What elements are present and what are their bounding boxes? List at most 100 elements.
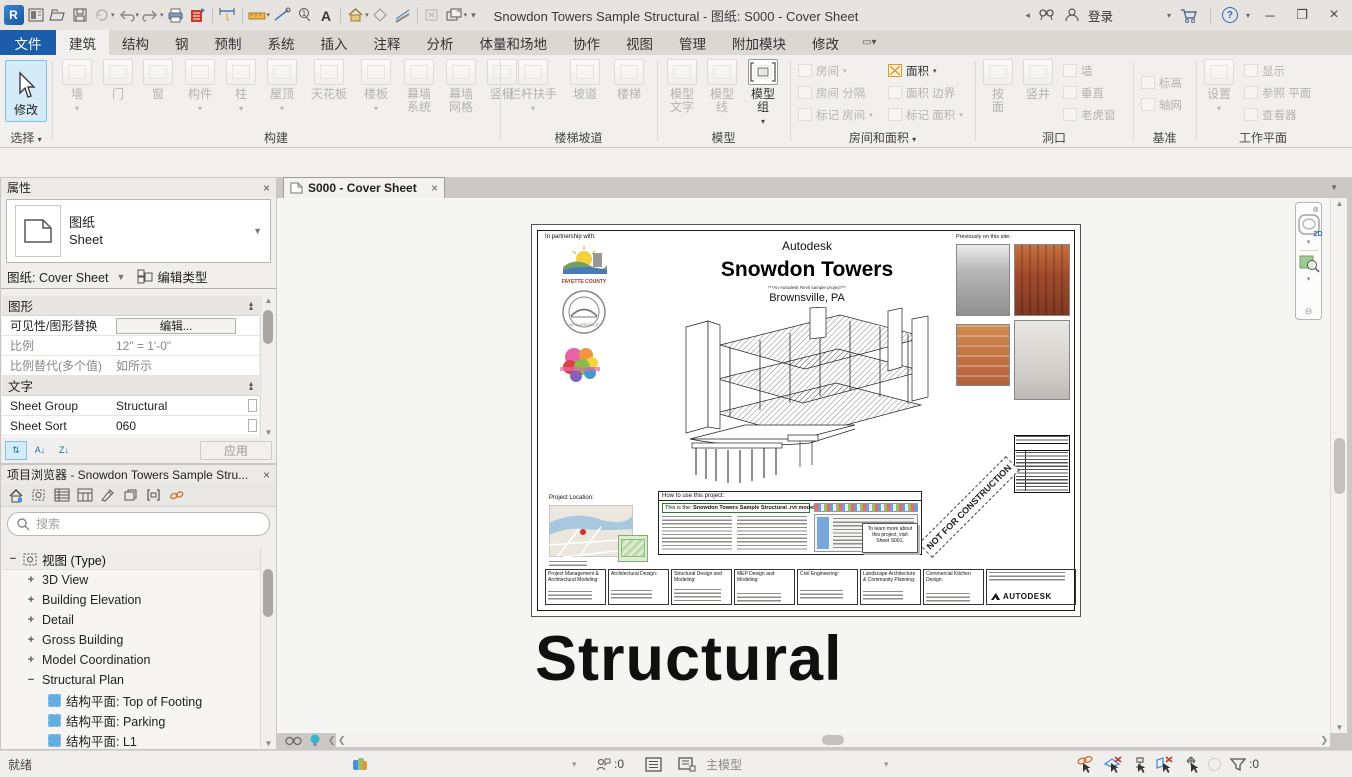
view-tab-cover-sheet[interactable]: S000 - Cover Sheet × [283, 177, 445, 198]
help-icon[interactable]: ? [1222, 7, 1238, 23]
collapse-search-icon[interactable]: ◂ [1025, 10, 1030, 21]
worksharing-display-icon[interactable] [285, 735, 302, 746]
sort-az-button[interactable]: A↓ [29, 441, 51, 460]
tab-insert[interactable]: 插入 [308, 30, 361, 55]
steering-wheel-icon[interactable]: 2D [1297, 214, 1321, 236]
select-panel-label[interactable]: 选择 ▾ [0, 129, 52, 146]
tree-item-structural-plan[interactable]: −Structural Plan [2, 670, 260, 690]
build-panel-label[interactable]: 构建 [52, 129, 500, 146]
browser-close-icon[interactable]: × [263, 468, 270, 482]
associate-param-box[interactable] [248, 399, 257, 412]
canvas[interactable]: In partnership with: FAYETTE COUNTY BROW… [277, 198, 1330, 733]
tag-icon[interactable]: 1 [293, 4, 314, 26]
instance-select[interactable]: 图纸: Cover Sheet [7, 267, 108, 286]
zoom-dropdown[interactable]: ▾ [1307, 275, 1311, 283]
property-row[interactable]: Sheet Group Structural [2, 396, 259, 416]
close-button[interactable]: × [1322, 6, 1346, 24]
spot-slope-icon[interactable] [271, 4, 292, 26]
thin-lines-icon[interactable] [392, 4, 413, 26]
redo-dropdown[interactable]: ▾ [160, 11, 164, 19]
search-input[interactable] [36, 517, 261, 531]
ribbon-display-toggle[interactable]: ▭▾ [852, 30, 886, 55]
scroll-up-icon[interactable]: ▲ [1331, 199, 1348, 208]
scroll-left-icon[interactable]: ❮ [338, 735, 346, 746]
model-group-button[interactable]: 模型组▾ [745, 59, 781, 128]
property-row[interactable]: Sheet Sort 060 [2, 416, 259, 436]
modify-button[interactable]: 修改 [5, 60, 47, 122]
expand-icon[interactable]: + [26, 574, 36, 586]
edit-type-button[interactable]: 编辑类型 [137, 267, 207, 286]
scroll-up-icon[interactable]: ▲ [261, 296, 276, 305]
help-dropdown[interactable]: ▾ [1246, 11, 1250, 20]
tab-addins[interactable]: 附加模块 [719, 30, 799, 55]
scroll-right-icon[interactable]: ❯ [1320, 735, 1328, 746]
wheel-dropdown[interactable]: ▾ [1307, 238, 1311, 246]
type-selector-dropdown[interactable]: ▼ [253, 226, 262, 236]
section-graphics[interactable]: 图形 [8, 296, 33, 315]
switch-windows-icon[interactable] [444, 4, 465, 26]
tab-architecture[interactable]: 建筑 [56, 30, 109, 55]
open-icon[interactable] [47, 4, 68, 26]
store-cart-icon[interactable] [1179, 7, 1199, 24]
search-icon[interactable] [1038, 7, 1056, 23]
tree-item-parking[interactable]: 结构平面: Parking [2, 710, 260, 730]
measure-icon[interactable] [247, 4, 268, 26]
visibility-edit-button[interactable]: 编辑... [116, 318, 236, 334]
vertical-scrollbar[interactable]: ▲ ▼ [1330, 198, 1347, 733]
scroll-down-icon[interactable]: ▼ [1331, 723, 1348, 732]
tab-view[interactable]: 视图 [613, 30, 666, 55]
default-3d-dropdown[interactable]: ▾ [365, 11, 369, 19]
selection-filter[interactable]: :0 [1230, 757, 1259, 772]
tab-massing-site[interactable]: 体量和场地 [467, 30, 561, 55]
print-icon[interactable] [165, 4, 186, 26]
print-setup-icon[interactable] [187, 4, 208, 26]
instance-dropdown[interactable]: ▼ [116, 272, 125, 282]
opening-panel-label[interactable]: 洞口 [975, 129, 1133, 146]
datum-panel-label[interactable]: 基准 [1133, 129, 1196, 146]
editing-requests[interactable]: :0 [596, 757, 624, 771]
room-area-panel-label[interactable]: 房间和面积 ▾ [790, 129, 975, 146]
maximize-button[interactable]: ❐ [1290, 7, 1314, 23]
scroll-left-icon[interactable]: ❮ [328, 735, 336, 746]
views-icon[interactable] [30, 487, 47, 503]
reveal-hidden-icon[interactable] [310, 734, 320, 747]
revit-links-icon[interactable] [145, 487, 162, 503]
undo-dropdown[interactable]: ▾ [136, 11, 140, 19]
switch-windows-dropdown[interactable]: ▾ [464, 11, 468, 19]
scroll-down-icon[interactable]: ▼ [261, 739, 276, 748]
hidden-tabs-dropdown[interactable]: ▼ [1330, 183, 1338, 192]
redo-icon[interactable] [140, 4, 161, 26]
link-icon[interactable] [168, 487, 185, 503]
file-views-icon[interactable] [25, 4, 46, 26]
browser-scrollbar[interactable]: ▼ [260, 549, 275, 748]
tab-collaborate[interactable]: 协作 [560, 30, 613, 55]
login-dropdown[interactable]: ▾ [1167, 11, 1171, 20]
select-pinned-toggle[interactable] [1130, 756, 1149, 773]
tree-item-l1[interactable]: 结构平面: L1 [2, 730, 260, 748]
tab-file[interactable]: 文件 [0, 30, 56, 55]
default-order-button[interactable]: ⇅ [5, 441, 27, 460]
navbar-close-icon[interactable]: ⊗ [1312, 205, 1319, 214]
login-button[interactable]: 登录 [1088, 6, 1113, 25]
select-underlay-toggle[interactable] [1103, 756, 1124, 773]
save-icon[interactable] [69, 4, 90, 26]
select-links-toggle[interactable] [1076, 756, 1096, 773]
tab-systems[interactable]: 系统 [255, 30, 308, 55]
measure-dropdown[interactable]: ▾ [267, 11, 271, 19]
browser-search[interactable] [7, 512, 270, 536]
expand-icon[interactable]: + [26, 614, 36, 626]
design-option-dropdown[interactable]: ▾ [884, 759, 889, 770]
workplane-panel-label[interactable]: 工作平面 [1196, 129, 1330, 146]
area-button[interactable]: 面积▾ [888, 61, 963, 80]
scroll-down-icon[interactable]: ▼ [261, 428, 276, 437]
navbar-collapse-icon[interactable]: ⊖ [1305, 306, 1313, 317]
home-icon[interactable] [7, 487, 24, 503]
tab-analyze[interactable]: 分析 [414, 30, 467, 55]
select-by-face-toggle[interactable] [1155, 756, 1176, 773]
expand-icon[interactable]: + [26, 634, 36, 646]
tree-item-model-coordination[interactable]: +Model Coordination [2, 650, 260, 670]
main-model-icon[interactable] [678, 757, 696, 772]
expand-icon[interactable]: + [26, 594, 36, 606]
horizontal-scrollbar[interactable]: ❮ ❯ [336, 733, 1330, 747]
expand-icon[interactable]: + [26, 654, 36, 666]
